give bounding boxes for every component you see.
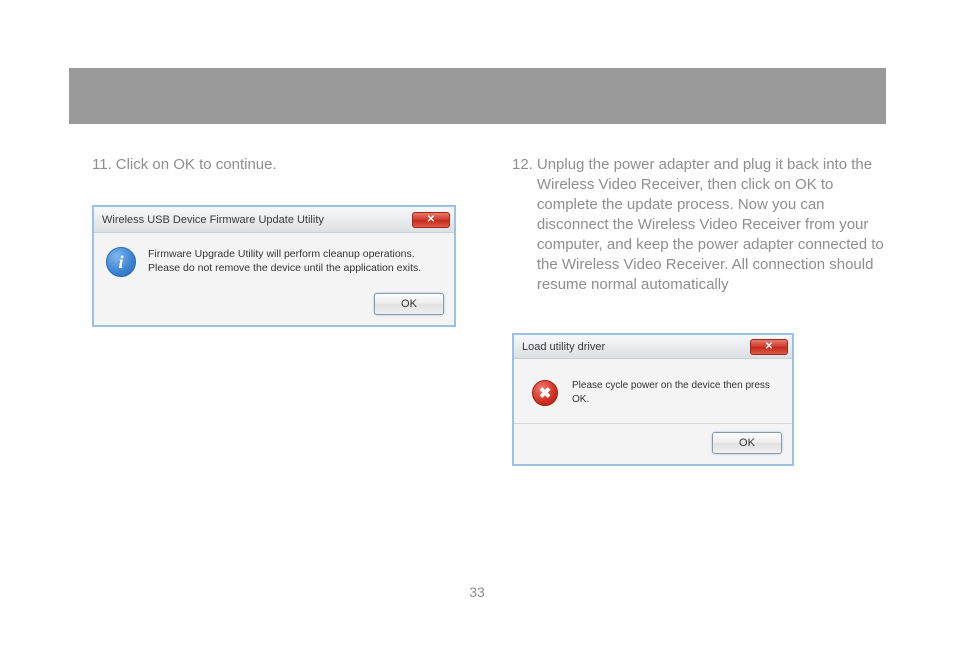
dialog-titlebar: Load utility driver ✕ xyxy=(514,335,792,359)
dialog-body: ✖ Please cycle power on the device then … xyxy=(514,359,792,423)
right-column: 12. Unplug the power adapter and plug it… xyxy=(512,155,892,466)
close-button[interactable]: ✕ xyxy=(412,212,450,228)
left-column: 11. Click on OK to continue. Wireless US… xyxy=(92,155,472,466)
ok-button[interactable]: OK xyxy=(712,432,782,454)
step-number: 12. xyxy=(512,155,533,295)
page-number: 33 xyxy=(0,584,954,600)
ok-button[interactable]: OK xyxy=(374,293,444,315)
dialog-title: Load utility driver xyxy=(522,341,605,353)
header-band xyxy=(69,68,886,124)
dialog-footer: OK xyxy=(94,287,454,325)
dialog-firmware-update: Wireless USB Device Firmware Update Util… xyxy=(92,205,456,327)
step-number: 11. xyxy=(92,155,112,175)
dialog-title: Wireless USB Device Firmware Update Util… xyxy=(102,214,412,226)
dialog-body: i Firmware Upgrade Utility will perform … xyxy=(94,233,454,287)
dialog-footer: OK xyxy=(514,423,792,464)
dialog-titlebar: Wireless USB Device Firmware Update Util… xyxy=(94,207,454,233)
step-11: 11. Click on OK to continue. xyxy=(92,155,472,175)
error-icon: ✖ xyxy=(532,380,558,406)
step-text: Unplug the power adapter and plug it bac… xyxy=(537,155,892,295)
dialog-message: Please cycle power on the device then pr… xyxy=(572,379,780,407)
ok-label: OK xyxy=(401,298,417,310)
page-content: 11. Click on OK to continue. Wireless US… xyxy=(92,155,892,466)
info-icon: i xyxy=(106,247,136,277)
close-icon: ✕ xyxy=(427,215,435,225)
close-button[interactable]: ✕ xyxy=(750,339,788,355)
dialog-load-driver: Load utility driver ✕ ✖ Please cycle pow… xyxy=(512,333,794,466)
dialog-message: Firmware Upgrade Utility will perform cl… xyxy=(148,247,442,275)
step-text: Click on OK to continue. xyxy=(116,155,472,175)
ok-label: OK xyxy=(739,437,755,449)
step-12: 12. Unplug the power adapter and plug it… xyxy=(512,155,892,295)
close-icon: ✕ xyxy=(765,342,773,352)
